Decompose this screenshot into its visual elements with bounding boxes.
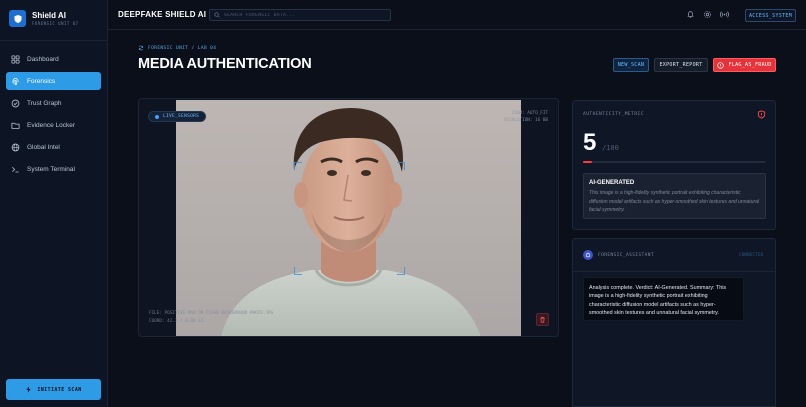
resolution-readout: RESOLUTION: 16 BB [504, 118, 548, 123]
live-dot-icon [155, 114, 159, 119]
search-box[interactable] [209, 9, 391, 21]
initiate-scan-button[interactable]: INITIATE SCAN [6, 379, 101, 400]
zoom-readout: ZOOM: AUTO_FIT [511, 111, 548, 116]
media-meta-top: ZOOM: AUTO_FIT RESOLUTION: 16 BB [504, 110, 548, 124]
divider [573, 271, 775, 272]
sidebar-nav: Dashboard Forensics Trust Graph Evidence… [6, 50, 101, 182]
portrait-image [176, 100, 521, 336]
topbar-icons [686, 10, 729, 19]
verdict-label: AI-GENERATED [589, 180, 635, 186]
app-root: Shield AI FORENSIC UNIT 07 Dashboard For… [0, 0, 806, 407]
authenticity-max: /100 [602, 144, 619, 152]
live-sensors-badge: LIVE_SENSORS [148, 111, 207, 122]
sidebar-item-label: Evidence Locker [27, 121, 76, 129]
verdict-card: AI-GENERATED This image is a high-fideli… [583, 173, 766, 219]
search-input[interactable] [224, 12, 384, 18]
connection-status: CONNECTED [739, 252, 764, 257]
face-bracket-bl [294, 267, 302, 275]
gear-icon[interactable] [703, 10, 712, 19]
flag-as-fraud-button[interactable]: FLAG_AS_FRAUD [713, 58, 776, 72]
shield-logo-icon [9, 10, 26, 27]
sidebar-item-forensics[interactable]: Forensics [6, 72, 101, 90]
export-report-button[interactable]: EXPORT_REPORT [654, 58, 708, 72]
access-system-button[interactable]: ACCESS_SYSTEM [745, 9, 796, 22]
media-meta-bottom: FILE: POSITIVE MAN ON CLEAN BACKGROUND P… [149, 310, 273, 326]
face-bracket-tr [397, 162, 405, 170]
assistant-title: FORENSIC_ASSISTANT [598, 252, 654, 258]
shield-alert-icon [757, 110, 766, 119]
sidebar: Shield AI FORENSIC UNIT 07 Dashboard For… [0, 0, 108, 407]
sync-icon [138, 45, 144, 51]
broadcast-icon[interactable] [720, 10, 729, 19]
terminal-icon [12, 166, 19, 172]
topbar: DEEPFAKE SHIELD AI ACCESS_SYSTEM [108, 0, 806, 30]
sidebar-item-dashboard[interactable]: Dashboard [6, 50, 101, 68]
coord-readout: COORD: 42.3 / 0.00.42 [149, 319, 204, 324]
media-viewer: LIVE_SENSORS ZOOM: AUTO_FIT RESOLUTION: … [138, 98, 559, 337]
trash-icon [540, 316, 545, 323]
breadcrumb: FORENSIC UNIT / LAB 04 [138, 45, 216, 51]
live-sensors-label: LIVE_SENSORS [163, 114, 200, 119]
sidebar-item-label: Dashboard [27, 55, 59, 63]
delete-media-button[interactable] [536, 313, 549, 326]
initiate-scan-label: INITIATE SCAN [37, 386, 82, 393]
sidebar-item-system-terminal[interactable]: System Terminal [6, 160, 101, 178]
brand: Shield AI FORENSIC UNIT 07 [9, 10, 79, 27]
folder-icon [11, 122, 20, 129]
sidebar-item-label: Trust Graph [27, 99, 62, 107]
metric-title: AUTHENTICITY_METRIC [583, 112, 644, 117]
file-readout: FILE: POSITIVE MAN ON CLEAN BACKGROUND P… [149, 311, 274, 316]
bot-icon [583, 250, 593, 260]
fingerprint-icon [12, 77, 19, 85]
authenticity-score: 5 [583, 129, 597, 156]
flag-as-fraud-label: FLAG_AS_FRAUD [728, 62, 772, 68]
authenticity-metric-panel: AUTHENTICITY_METRIC 5 /100 AI-GENERATED … [572, 100, 776, 230]
sidebar-item-evidence-locker[interactable]: Evidence Locker [6, 116, 101, 134]
brand-subtitle: FORENSIC UNIT 07 [32, 21, 79, 26]
alert-circle-icon [717, 61, 725, 69]
score-bar-fill [583, 161, 593, 163]
brand-name: Shield AI [32, 11, 66, 20]
globe-icon [11, 143, 20, 151]
graph-icon [11, 99, 20, 107]
breadcrumb-text: FORENSIC UNIT / LAB 04 [148, 45, 217, 51]
face-bracket-br [397, 267, 405, 275]
score-bar [583, 161, 766, 163]
forensic-assistant-panel: FORENSIC_ASSISTANT CONNECTED Analysis co… [572, 238, 776, 407]
face-bracket-tl [294, 162, 302, 170]
sidebar-item-trust-graph[interactable]: Trust Graph [6, 94, 101, 112]
sidebar-item-label: Forensics [27, 77, 56, 85]
bolt-icon [26, 386, 31, 393]
sidebar-item-global-intel[interactable]: Global Intel [6, 138, 101, 156]
new-scan-button[interactable]: NEW_SCAN [613, 58, 649, 72]
sidebar-item-label: System Terminal [27, 165, 75, 173]
assistant-message: Analysis complete. Verdict: AI-Generated… [583, 277, 744, 321]
sidebar-item-label: Global Intel [27, 143, 60, 151]
page-title: MEDIA AUTHENTICATION [138, 56, 312, 72]
assistant-header: FORENSIC_ASSISTANT [583, 250, 654, 260]
divider [0, 40, 107, 41]
app-title: DEEPFAKE SHIELD AI [118, 10, 207, 19]
verdict-text: This image is a high-fidelity synthetic … [589, 190, 759, 213]
bell-icon[interactable] [686, 10, 695, 19]
grid-icon [11, 54, 20, 64]
search-icon [214, 12, 220, 18]
